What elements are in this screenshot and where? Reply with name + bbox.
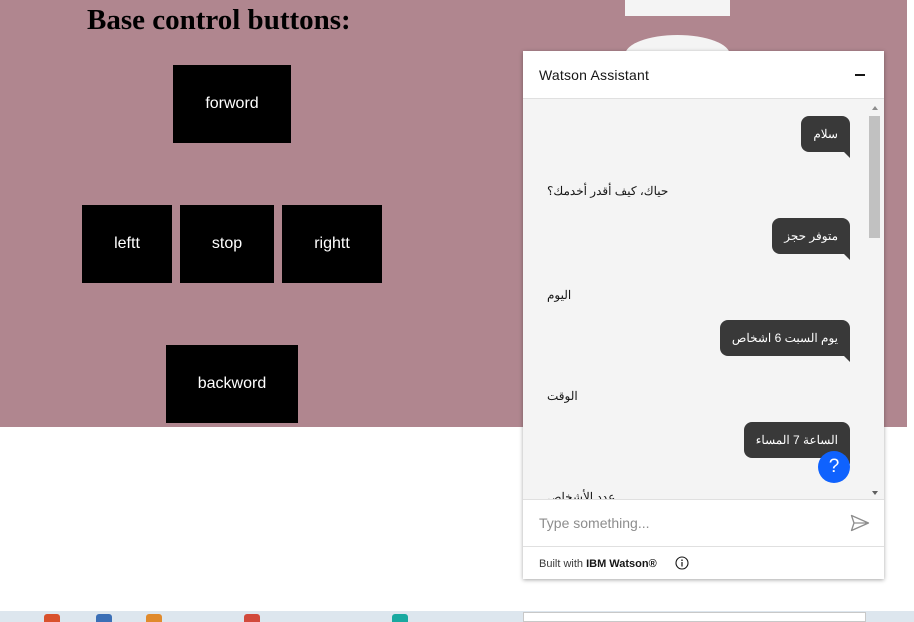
scroll-down-arrow-icon[interactable] xyxy=(872,491,878,495)
assistant-message: الوقت xyxy=(547,389,578,403)
footer-text: Built with IBM Watson® xyxy=(539,558,657,570)
scroll-up-arrow-icon[interactable] xyxy=(872,106,878,110)
chat-scrollbar[interactable] xyxy=(868,104,881,495)
user-message: يوم السبت 6 اشخاص xyxy=(719,320,851,362)
assistant-message: حياك، كيف أقدر أخدمك؟ xyxy=(547,184,669,198)
send-icon[interactable] xyxy=(850,514,870,532)
help-icon[interactable]: ? xyxy=(818,451,850,483)
stop-button[interactable]: stop xyxy=(180,205,274,283)
left-button[interactable]: leftt xyxy=(82,205,172,283)
chat-footer: Built with IBM Watson® xyxy=(523,546,884,579)
assistant-message: عدد الأشخاص xyxy=(547,490,616,499)
info-icon[interactable] xyxy=(675,556,689,570)
message-list[interactable]: سلام حياك، كيف أقدر أخدمك؟ متوفر حجز الي… xyxy=(523,100,870,499)
page-heading: Base control buttons: xyxy=(87,4,351,36)
taskbar-app-icon[interactable] xyxy=(44,614,60,622)
chat-input-area xyxy=(523,499,884,546)
message-input[interactable] xyxy=(539,512,829,534)
footer-prefix: Built with xyxy=(539,558,587,570)
footer-brand: IBM Watson® xyxy=(586,558,657,570)
taskbar-app-icon[interactable] xyxy=(244,614,260,622)
user-message: سلام xyxy=(801,116,850,158)
watson-chat-widget: Watson Assistant سلام حياك، كيف أقدر أخد… xyxy=(523,51,884,579)
backward-button[interactable]: backword xyxy=(166,345,298,423)
assistant-message: اليوم xyxy=(547,288,572,302)
minimize-icon[interactable] xyxy=(852,66,868,82)
chat-header: Watson Assistant xyxy=(523,51,884,99)
forward-button[interactable]: forword xyxy=(173,65,291,143)
taskbar-app-icon[interactable] xyxy=(392,614,408,622)
scrollbar-thumb[interactable] xyxy=(869,116,880,238)
chat-title: Watson Assistant xyxy=(539,67,650,83)
user-message: متوفر حجز xyxy=(772,218,850,260)
taskbar-app-icon[interactable] xyxy=(96,614,112,622)
taskbar-search-box[interactable] xyxy=(523,612,866,622)
decorative-shape-top xyxy=(625,0,730,16)
right-button[interactable]: rightt xyxy=(282,205,382,283)
taskbar-app-icon[interactable] xyxy=(146,614,162,622)
